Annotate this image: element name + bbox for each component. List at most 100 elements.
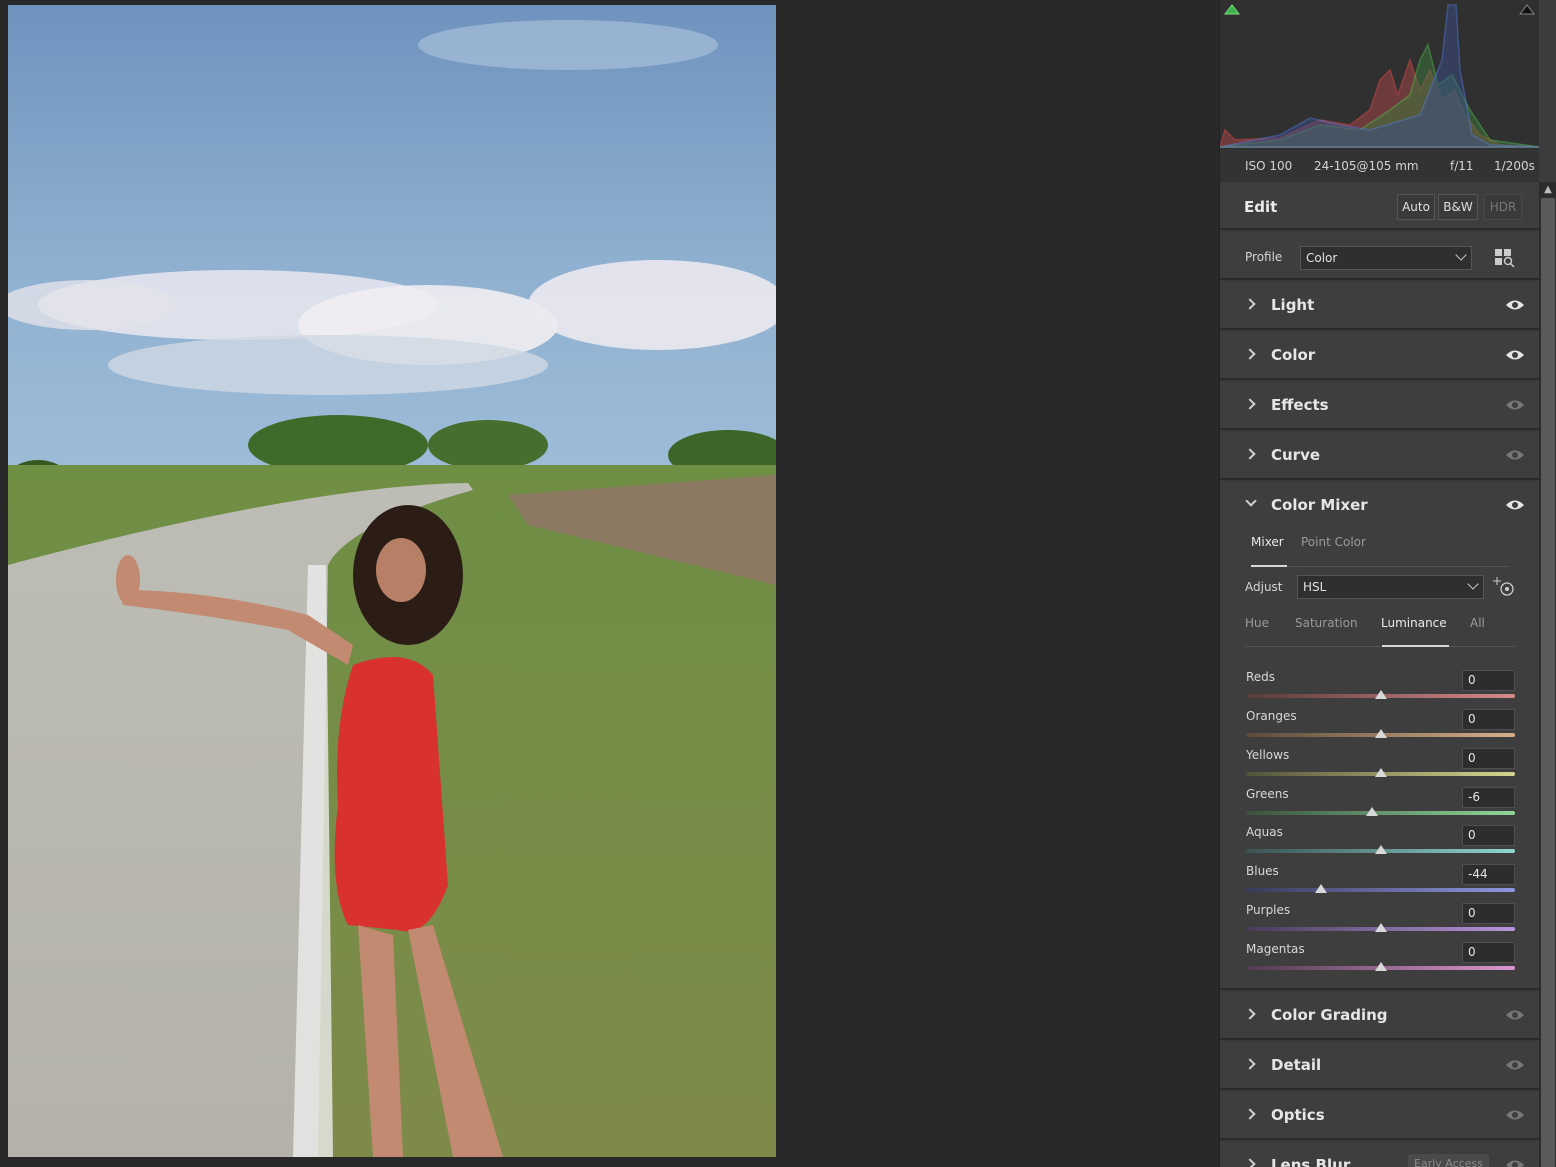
slider-reds: Reds 0	[1220, 670, 1539, 709]
profile-label: Profile	[1245, 250, 1283, 264]
visible-eye-icon[interactable]	[1505, 298, 1525, 312]
app-window: ISO 100 24-105@105 mm f/11 1/200s ▲ Edit…	[0, 0, 1556, 1167]
highlight-clipping-icon[interactable]	[1518, 2, 1536, 16]
slider-thumb[interactable]	[1374, 768, 1387, 777]
exif-bar: ISO 100 24-105@105 mm f/11 1/200s	[1220, 150, 1539, 182]
scroll-up-icon[interactable]: ▲	[1542, 185, 1554, 195]
profile-select[interactable]: Color	[1300, 246, 1472, 270]
slider-track[interactable]	[1246, 888, 1515, 892]
section-lens-blur[interactable]: Lens Blur Early Access	[1220, 1142, 1539, 1167]
slider-oranges: Oranges 0	[1220, 709, 1539, 748]
section-title: Color Mixer	[1271, 496, 1368, 514]
edit-content: Edit Auto B&W HDR Profile Color Light Co…	[1220, 182, 1539, 1167]
color-mixer-panel: Mixer Point Color Adjust HSL Hue Saturat…	[1220, 530, 1539, 990]
tab-mixer[interactable]: Mixer	[1251, 535, 1284, 549]
subtab-saturation[interactable]: Saturation	[1295, 616, 1358, 630]
dim-eye-icon[interactable]	[1505, 398, 1525, 412]
section-color-grading[interactable]: Color Grading	[1220, 992, 1539, 1040]
slider-label: Purples	[1246, 903, 1291, 917]
chevron-down-icon	[1455, 249, 1467, 261]
slider-value-input[interactable]: 0	[1462, 748, 1515, 769]
profile-value: Color	[1306, 251, 1338, 265]
slider-purples: Purples 0	[1220, 903, 1539, 942]
chevron-right-icon	[1244, 348, 1256, 360]
section-title: Curve	[1271, 446, 1321, 464]
section-color[interactable]: Color	[1220, 332, 1539, 380]
exif-aperture: f/11	[1450, 159, 1474, 173]
chevron-right-icon	[1244, 398, 1256, 410]
slider-label: Yellows	[1246, 748, 1290, 762]
section-light[interactable]: Light	[1220, 282, 1539, 330]
slider-value-input[interactable]: 0	[1462, 709, 1515, 730]
scroll-thumb[interactable]	[1541, 198, 1555, 1167]
slider-value-input[interactable]: 0	[1462, 670, 1515, 691]
tab-point-color[interactable]: Point Color	[1301, 535, 1366, 549]
subtab-hue[interactable]: Hue	[1245, 616, 1269, 630]
subtab-all[interactable]: All	[1470, 616, 1485, 630]
slider-thumb[interactable]	[1374, 845, 1387, 854]
section-optics[interactable]: Optics	[1220, 1092, 1539, 1140]
panel-scrollbar[interactable]: ▲	[1539, 182, 1556, 1167]
targeted-adjustment-icon[interactable]	[1491, 576, 1517, 598]
exif-iso: ISO 100	[1245, 159, 1293, 173]
slider-thumb[interactable]	[1374, 923, 1387, 932]
dim-eye-icon[interactable]	[1505, 1058, 1525, 1072]
section-title: Effects	[1271, 396, 1329, 414]
subtab-divider	[1245, 646, 1515, 647]
exif-shutter: 1/200s	[1494, 159, 1535, 173]
visible-eye-icon[interactable]	[1505, 348, 1525, 362]
section-color-mixer[interactable]: Color Mixer	[1220, 482, 1539, 530]
chevron-right-icon	[1244, 1158, 1256, 1167]
shadow-clipping-icon[interactable]	[1223, 2, 1241, 16]
section-title: Color Grading	[1271, 1006, 1388, 1024]
section-title: Optics	[1271, 1106, 1325, 1124]
slider-value-input[interactable]: 0	[1462, 825, 1515, 846]
slider-aquas: Aquas 0	[1220, 825, 1539, 864]
slider-thumb[interactable]	[1315, 884, 1328, 893]
chevron-right-icon	[1244, 1108, 1256, 1120]
section-title: Color	[1271, 346, 1316, 364]
dim-eye-icon[interactable]	[1505, 1108, 1525, 1122]
slider-value-input[interactable]: -44	[1462, 864, 1515, 885]
slider-value-input[interactable]: 0	[1462, 903, 1515, 924]
edit-panel: ISO 100 24-105@105 mm f/11 1/200s ▲ Edit…	[1219, 0, 1556, 1167]
slider-thumb[interactable]	[1374, 962, 1387, 971]
slider-thumb[interactable]	[1374, 729, 1387, 738]
adjust-value: HSL	[1303, 580, 1327, 594]
chevron-right-icon	[1244, 448, 1256, 460]
active-subtab-underline	[1382, 645, 1449, 647]
slider-thumb[interactable]	[1366, 807, 1379, 816]
edit-title: Edit	[1244, 198, 1278, 216]
slider-track[interactable]	[1246, 811, 1515, 815]
slider-value-input[interactable]: 0	[1462, 942, 1515, 963]
auto-button[interactable]: Auto	[1397, 194, 1435, 220]
adjust-select[interactable]: HSL	[1297, 575, 1484, 599]
profile-browser-icon[interactable]	[1494, 248, 1516, 268]
subtab-luminance[interactable]: Luminance	[1381, 616, 1447, 630]
photo-image	[8, 5, 776, 1157]
slider-thumb[interactable]	[1374, 690, 1387, 699]
tab-divider	[1251, 566, 1509, 567]
slider-yellows: Yellows 0	[1220, 748, 1539, 787]
slider-label: Magentas	[1246, 942, 1305, 956]
section-curve[interactable]: Curve	[1220, 432, 1539, 480]
histogram	[1220, 0, 1539, 150]
section-effects[interactable]: Effects	[1220, 382, 1539, 430]
visible-eye-icon[interactable]	[1505, 498, 1525, 512]
slider-label: Reds	[1246, 670, 1276, 684]
bw-button[interactable]: B&W	[1438, 194, 1478, 220]
section-title: Lens Blur	[1271, 1156, 1351, 1167]
edit-header: Edit Auto B&W HDR	[1220, 182, 1539, 230]
section-title: Detail	[1271, 1056, 1322, 1074]
chevron-down-icon	[1467, 578, 1479, 590]
slider-label: Aquas	[1246, 825, 1283, 839]
section-detail[interactable]: Detail	[1220, 1042, 1539, 1090]
dim-eye-icon[interactable]	[1505, 1008, 1525, 1022]
dim-eye-icon[interactable]	[1505, 1158, 1525, 1167]
slider-label: Blues	[1246, 864, 1279, 878]
dim-eye-icon[interactable]	[1505, 448, 1525, 462]
photo-preview[interactable]	[8, 5, 776, 1157]
adjust-label: Adjust	[1245, 580, 1283, 594]
hdr-button[interactable]: HDR	[1484, 194, 1522, 220]
slider-value-input[interactable]: -6	[1462, 787, 1515, 808]
